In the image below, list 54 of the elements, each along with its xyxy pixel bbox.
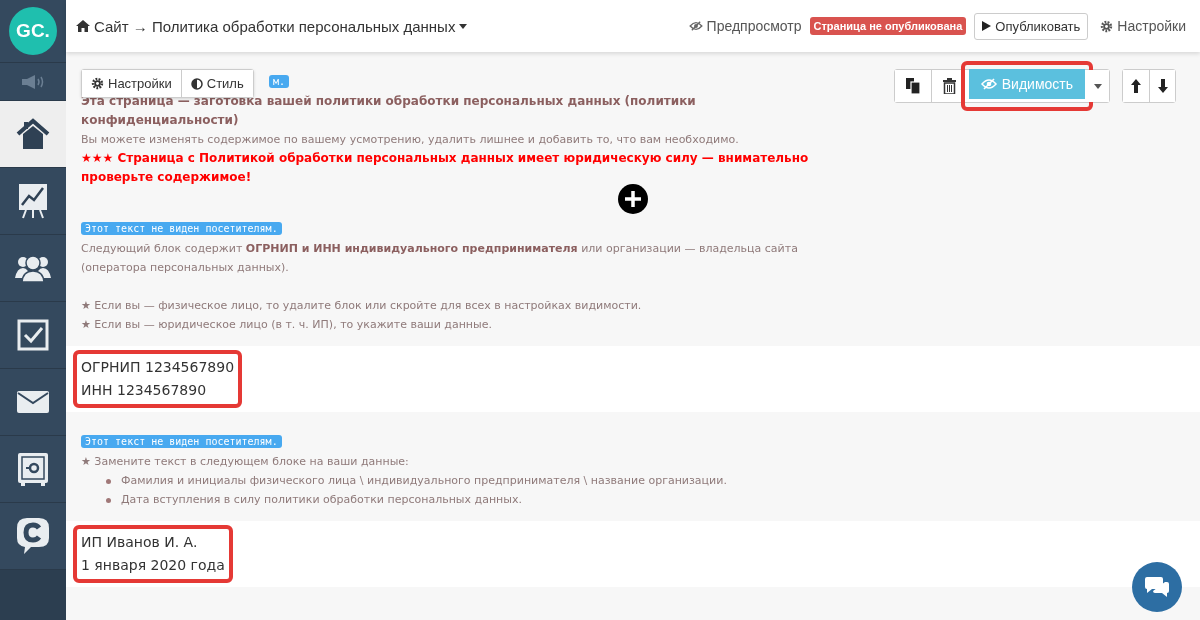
- play-icon: [982, 21, 992, 31]
- home-icon: [76, 20, 90, 32]
- copy-icon: [905, 78, 920, 94]
- gear-icon: [91, 77, 104, 90]
- breadcrumb[interactable]: Сайт → Политика обработки персональных данных: [76, 17, 468, 35]
- chat-logo-icon: [17, 518, 49, 554]
- sidebar-item[interactable]: [0, 101, 66, 168]
- hidden-text-badge: Этот текст не виден посетителям.: [81, 222, 282, 235]
- sidebar-item[interactable]: [0, 235, 66, 302]
- block-toolbar-button[interactable]: Стиль: [180, 70, 253, 97]
- move-down-button[interactable]: [1149, 70, 1175, 102]
- chart-board-icon: [18, 183, 48, 219]
- users-icon: [15, 254, 51, 282]
- bullet-item: Фамилия и инициалы физического лица \ индивидуального предпринимателя \ название организации.: [81, 471, 891, 490]
- gear-icon: [1100, 19, 1114, 33]
- arrow-up-icon: [1131, 79, 1141, 93]
- warning-text: ★★★ Страница с Политикой обработки персональных данных имеет юридическую силу — внимательно проверьте содержимое!: [81, 150, 810, 186]
- sidebar-item[interactable]: [0, 503, 66, 570]
- hidden-text-badge: Этот текст не виден посетителям.: [81, 435, 282, 448]
- sidebar-item[interactable]: [0, 168, 66, 235]
- contrast-icon: [190, 77, 203, 90]
- sidebar-item[interactable]: [0, 436, 66, 503]
- caret-icon: [459, 23, 468, 29]
- status-badge: Страница не опубликована: [809, 17, 967, 35]
- content-line: ОГРНИП 1234567890: [81, 358, 235, 377]
- caret-icon: [1094, 83, 1102, 89]
- checkbox-icon: [17, 319, 49, 351]
- note-text: Вы можете изменять содержимое по вашему усмотрению, удалить лишнее и добавить то, что вам необходимо.: [81, 132, 740, 148]
- add-block-icon[interactable]: [618, 184, 648, 214]
- note-text: ★ Замените текст в следующем блоке на ваши данные:: [81, 454, 410, 470]
- home-icon: [16, 117, 50, 151]
- sidebar-item[interactable]: [0, 369, 66, 436]
- dropdown-button[interactable]: [1087, 70, 1109, 102]
- chat-icon: [1144, 576, 1170, 598]
- block-toolbar-button[interactable]: Настройки: [82, 70, 181, 97]
- mail-icon: [17, 391, 49, 413]
- bullet-item: Дата вступления в силу политики обработки персональных данных.: [81, 490, 891, 509]
- safe-icon: [17, 452, 49, 486]
- arrow-down-icon: [1157, 79, 1168, 93]
- sidebar-item[interactable]: [0, 302, 66, 369]
- content-line: ИП Иванов И. А.: [81, 533, 199, 552]
- publish-button[interactable]: Опубликовать: [974, 12, 1089, 40]
- settings-link[interactable]: Настройки: [1100, 18, 1186, 34]
- eye-icon: [688, 21, 703, 31]
- hidden-text-badge: м.: [269, 75, 290, 88]
- note-text: Следующий блок содержит ОГРНИП и ИНН индивидуального предпринимателя или организации — владельца сайта (оператора персональных данных).: [81, 241, 799, 276]
- eye-icon: [980, 78, 997, 90]
- speaker-icon: [20, 73, 46, 90]
- trash-icon: [942, 78, 956, 94]
- content-line: ИНН 1234567890: [81, 381, 208, 400]
- note-text: ★ Если вы — юридическое лицо (в т. ч. ИП), то укажите ваши данные.: [81, 317, 493, 333]
- content-line: 1 января 2020 года: [81, 556, 225, 575]
- preview-link[interactable]: Предпросмотр: [688, 18, 802, 34]
- note-text: ★ Если вы — физическое лицо, то удалите блок или скройте для всех в настройках видимости.: [81, 298, 643, 314]
